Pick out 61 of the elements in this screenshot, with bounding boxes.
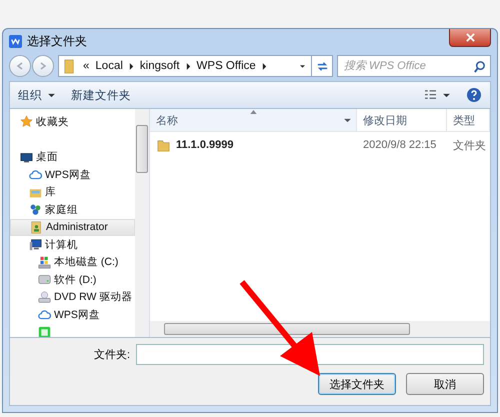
- tree-item[interactable]: 收藏夹: [10, 113, 135, 130]
- help-button[interactable]: [466, 87, 482, 103]
- breadcrumb[interactable]: Local: [95, 60, 123, 72]
- column-header[interactable]: 名称: [150, 109, 357, 131]
- window-title: 选择文件夹: [27, 32, 87, 50]
- organize-menu[interactable]: 组织: [18, 88, 55, 102]
- help-icon: [466, 87, 482, 103]
- tree-item[interactable]: 家庭组: [10, 201, 135, 218]
- tree-item[interactable]: 库: [10, 184, 135, 201]
- computer-icon: [29, 238, 42, 252]
- search-field[interactable]: 搜索 WPS Office: [337, 55, 491, 77]
- monitor-icon: [20, 150, 33, 164]
- column-header[interactable]: 类型: [447, 109, 490, 131]
- folder-icon: [156, 138, 171, 152]
- search-icon: [473, 60, 486, 72]
- breadcrumb[interactable]: kingsoft: [140, 60, 180, 72]
- dialog-button[interactable]: 选择文件夹: [318, 373, 396, 395]
- chevron-icon: [128, 62, 134, 70]
- tree-item[interactable]: 桌面: [10, 148, 135, 166]
- file-name[interactable]: 11.1.0.9999: [176, 139, 234, 151]
- dropdown-icon: [300, 62, 305, 70]
- tree-item[interactable]: 本地磁盘 (C:): [10, 254, 135, 271]
- scrollbar[interactable]: [150, 321, 490, 337]
- tree-item[interactable]: 软件 (D:): [10, 271, 135, 288]
- caret-icon: [48, 92, 55, 98]
- dvd-drive-icon: [38, 290, 51, 304]
- new-folder-button[interactable]: 新建文件夹: [71, 88, 131, 102]
- close-icon: [466, 33, 474, 42]
- drive-icon: [38, 273, 51, 286]
- search-input[interactable]: 搜索 WPS Office: [338, 59, 473, 73]
- star-icon: [20, 115, 33, 128]
- app-logo-icon: [9, 34, 22, 48]
- cloud-icon: [38, 308, 51, 322]
- breadcrumb[interactable]: WPS Office: [196, 60, 256, 72]
- app-icon: [38, 326, 51, 337]
- tree-item[interactable]: DVD RW 驱动器: [10, 288, 135, 306]
- tree-item[interactable]: WPS网盘: [10, 306, 135, 324]
- caret-icon: [344, 118, 351, 123]
- user-folder-icon: [30, 220, 43, 234]
- chevron-icon: [262, 62, 267, 70]
- list-view-icon: [424, 90, 437, 100]
- refresh-icon: [316, 60, 328, 72]
- cloud-icon: [29, 168, 42, 182]
- caret-icon: [443, 92, 450, 98]
- homegroup-icon: [29, 203, 42, 216]
- table-cell: 2020/9/8 22:15: [363, 139, 436, 151]
- tree-item[interactable]: WPS网盘: [10, 166, 135, 184]
- system-drive-icon: [38, 256, 51, 269]
- dialog-button[interactable]: 取消: [406, 373, 484, 395]
- tree-item[interactable]: Administrator: [10, 218, 135, 236]
- view-menu[interactable]: [424, 90, 450, 100]
- back-forward-buttons[interactable]: [9, 55, 54, 77]
- tree-item[interactable]: 计算机: [10, 236, 135, 254]
- address-bar[interactable]: « Local kingsoft WPS Office: [58, 55, 333, 77]
- close-button[interactable]: [449, 29, 491, 47]
- scrollbar[interactable]: [135, 109, 149, 337]
- column-header[interactable]: 修改日期: [357, 109, 447, 131]
- table-cell-text: 文件夹: [453, 138, 486, 152]
- folder-input[interactable]: [136, 344, 484, 365]
- chevron-icon: [186, 62, 191, 70]
- field-label: 文件夹:: [94, 348, 130, 362]
